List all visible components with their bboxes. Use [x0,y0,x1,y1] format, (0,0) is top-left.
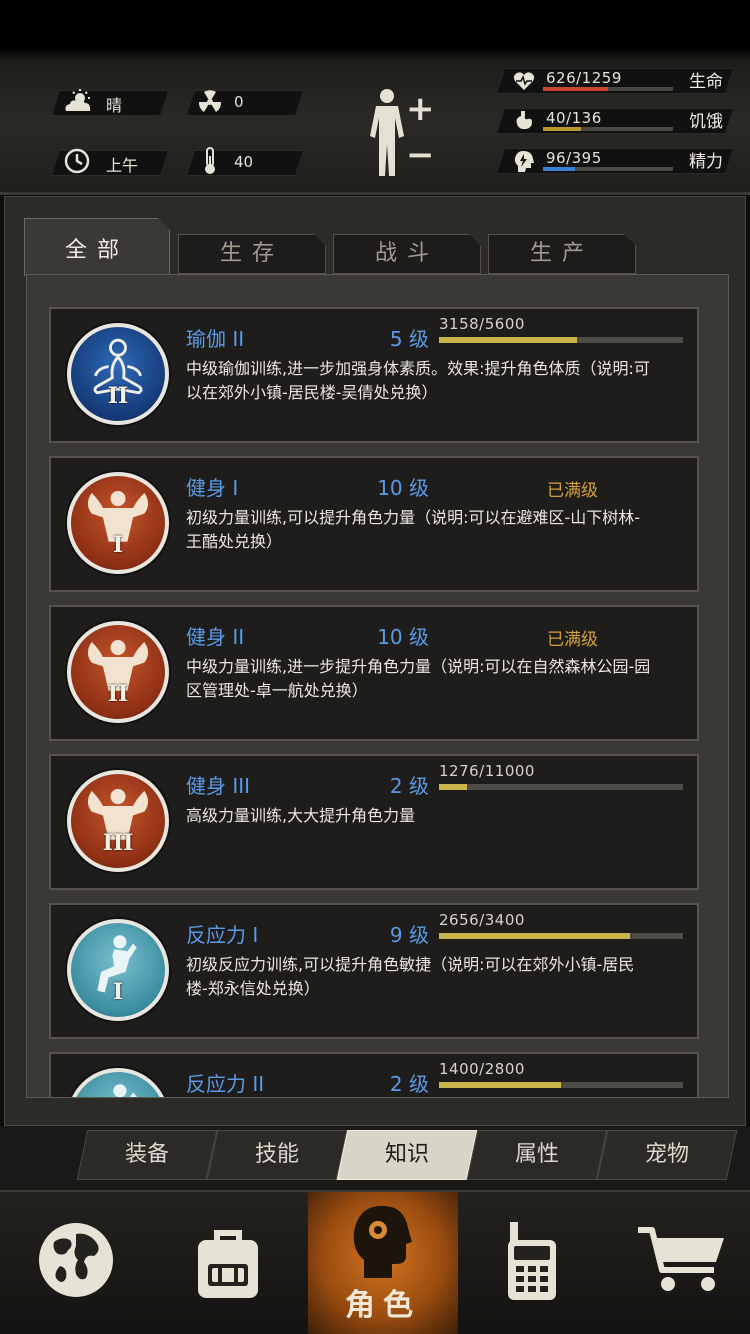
skill-tier: II [107,681,129,707]
skill-badge: II [67,1068,169,1097]
skill-name: 反应力 II [186,1072,265,1096]
bottom-nav: 角色 [0,1190,750,1334]
body-minus-button[interactable]: − [406,138,435,172]
skill-level: 10 级 [377,625,429,649]
skill-level: 2 级 [389,1072,429,1096]
stomach-icon [516,111,532,130]
energy-bar [543,167,575,171]
thermometer-icon [205,147,215,174]
skill-badge: I [67,472,169,574]
vital-hunger: 40/136 饥饿 [495,106,740,136]
skill-name: 反应力 I [186,923,259,947]
nav-character-label: 角色 [345,1288,421,1323]
subtab-skills[interactable]: 技能 [212,1130,342,1180]
character-sub-tabs: 装备 技能 知识 属性 宠物 [0,1126,750,1190]
status-bar: 晴 0 上午 40 + − 626/1259 生命 40/136 饥饿 96/3… [0,0,750,195]
skill-description: 初级力量训练,可以提升角色力量（说明:可以在避难区-山下树林-王酷处兑换） [186,508,641,551]
backpack-icon [198,1230,258,1298]
nav-character[interactable]: 角色 [308,1192,458,1334]
skill-description: 中级力量训练,进一步提升角色力量（说明:可以在自然森林公园-园区管理处-卓一航处… [186,657,651,700]
skill-description: 中级瑜伽训练,进一步加强身体素质。效果:提升角色体质（说明:可以在郊外小镇-居民… [186,359,650,402]
weather-text: 晴 [106,96,123,115]
skill-level: 9 级 [389,923,429,947]
life-label: 生命 [689,72,723,92]
skill-maxed-label: 已满级 [547,481,598,501]
skill-name: 健身 III [186,774,251,798]
subtab-attributes[interactable]: 属性 [472,1130,602,1180]
skill-level: 2 级 [389,774,429,798]
skill-badge: I [67,919,169,1021]
hunger-value: 40/136 [546,109,602,127]
body-plus-button[interactable]: + [406,92,435,126]
skill-tier: III [102,830,134,856]
skill-xp-track [439,933,683,939]
subtab-pets[interactable]: 宠物 [602,1130,732,1180]
vital-energy: 96/395 精力 [495,146,740,176]
skill-name: 瑜伽 II [186,327,245,351]
skill-xp-fill [439,784,468,790]
radiation-value: 0 [234,93,244,111]
energy-value: 96/395 [546,149,602,167]
subtab-equipment[interactable]: 装备 [82,1130,212,1180]
skill-description: 初级反应力训练,可以提升角色敏捷（说明:可以在郊外小镇-居民楼-郑永信处兑换） [186,955,635,998]
skill-card[interactable]: III 健身 III 2 级 1276/11000 高级力量训练,大大提升角色力量 [49,754,699,890]
category-tabs: 全部 生存 战斗 生产 [24,218,724,276]
tab-all[interactable]: 全部 [24,218,170,276]
skill-xp-track [439,784,683,790]
skill-xp-track [439,1082,683,1088]
skill-maxed-label: 已满级 [547,630,598,650]
tab-production[interactable]: 生产 [488,234,636,274]
tab-survival[interactable]: 生存 [178,234,326,274]
heart-icon [513,72,535,90]
vital-life: 626/1259 生命 [495,66,740,96]
time-of-day-text: 上午 [106,156,139,175]
globe-icon [39,1223,113,1297]
skill-tier: I [112,979,124,1005]
skill-tier: I [112,532,124,558]
skill-xp-fill [439,337,577,343]
nav-radio[interactable] [458,1192,608,1334]
skill-badge: II [67,621,169,723]
skill-level: 10 级 [377,476,429,500]
hunger-label: 饥饿 [689,112,723,132]
skill-xp-fill [439,933,630,939]
life-value: 626/1259 [546,69,622,87]
skill-card[interactable]: I 反应力 I 9 级 2656/3400 初级反应力训练,可以提升角色敏捷（说明:可以… [49,903,699,1039]
skill-xp-text: 1276/11000 [439,762,535,780]
subtab-knowledge[interactable]: 知识 [342,1130,472,1180]
nav-backpack[interactable] [150,1192,300,1334]
skill-xp-fill [439,1082,561,1088]
walkie-talkie-icon [508,1222,556,1300]
skill-description: 高级力量训练,大大提升角色力量 [186,806,416,825]
character-head-icon [353,1205,412,1278]
skill-xp-text: 2656/3400 [439,911,525,929]
hunger-bar [543,127,582,131]
life-bar [543,87,608,91]
skill-level: 5 级 [389,327,429,351]
radiation-icon [198,90,222,112]
skill-card[interactable]: I 健身 I 10 级 已满级初级力量训练,可以提升角色力量（说明:可以在避难区-山下… [49,456,699,592]
skill-badge: III [67,770,169,872]
skill-xp-text: 3158/5600 [439,315,525,333]
shopping-cart-icon [638,1227,724,1291]
skill-card[interactable]: II 瑜伽 II 5 级 3158/5600 中级瑜伽训练,进一步加强身体素质。效果:提… [49,307,699,443]
temperature-value: 40 [234,153,254,171]
nav-world-map[interactable] [0,1192,150,1334]
nav-shop[interactable] [600,1192,750,1334]
skill-card[interactable]: II 健身 II 10 级 已满级中级力量训练,进一步提升角色力量（说明:可以在自然森… [49,605,699,741]
skill-tier: II [107,383,129,409]
weather-sun-cloud-icon [65,89,91,111]
skill-badge: II [67,323,169,425]
skill-name: 健身 I [186,476,239,500]
body-status-icon[interactable] [362,88,412,180]
skill-card[interactable]: II 反应力 II 2 级 1400/2800 [49,1052,699,1097]
clock-icon [64,148,90,174]
tab-combat[interactable]: 战斗 [333,234,481,274]
skill-xp-text: 1400/2800 [439,1060,525,1078]
skill-xp-track [439,337,683,343]
skill-list[interactable]: II 瑜伽 II 5 级 3158/5600 中级瑜伽训练,进一步加强身体素质。效果:提… [26,274,729,1098]
head-lightning-icon [514,151,534,172]
energy-label: 精力 [689,152,723,172]
skill-name: 健身 II [186,625,245,649]
